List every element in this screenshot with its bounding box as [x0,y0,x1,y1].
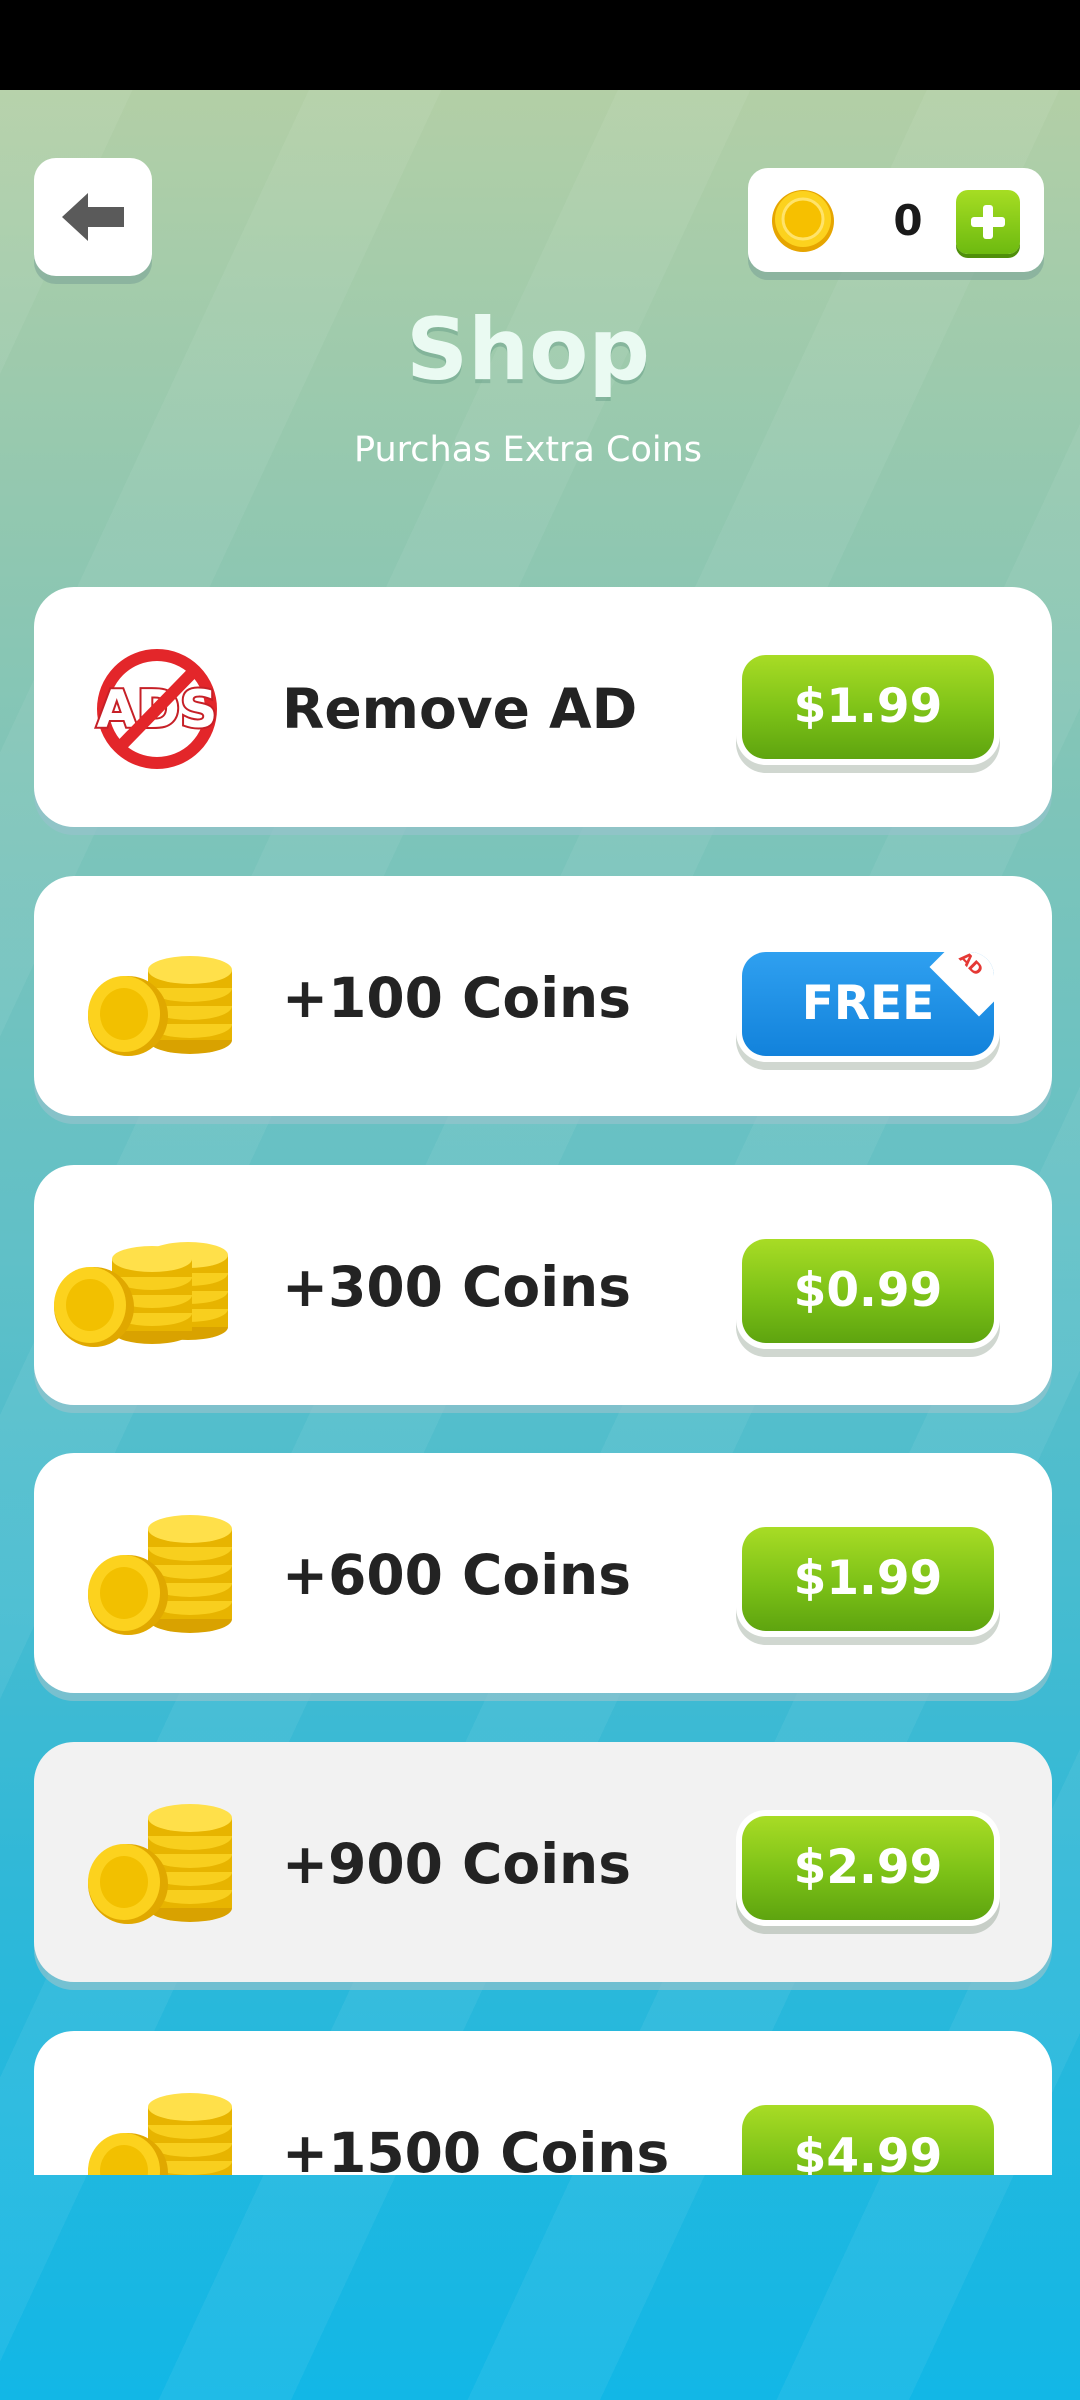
buy-button-900-coins[interactable]: $2.99 [742,1816,994,1920]
shop-item-remove-ad: ADS Remove AD $1.99 [34,587,1052,827]
shop-screen: 0 Shop Purchas Extra Coins ADS Remove AD… [0,90,1080,2400]
item-label: +100 Coins [282,966,631,1030]
shop-item-900-coins: +900 Coins $2.99 [34,1742,1052,1982]
buy-button-600-coins[interactable]: $1.99 [742,1527,994,1631]
item-label: +600 Coins [282,1543,631,1607]
coins-small-stack-icon [88,956,232,1056]
shop-item-100-coins: +100 Coins FREE AD [34,876,1052,1116]
coins-stack-icon [88,2093,232,2175]
buy-button-remove-ad[interactable]: $1.99 [742,655,994,759]
item-label: Remove AD [282,677,638,741]
buy-button-1500-coins[interactable]: $4.99 [742,2105,994,2175]
shop-item-300-coins: +300 Coins $0.99 [34,1165,1052,1405]
status-bar [0,0,1080,90]
item-label: +1500 Coins [282,2121,670,2175]
shop-item-600-coins: +600 Coins $1.99 [34,1453,1052,1693]
coins-stack-icon [88,1804,232,1924]
coins-stack-icon [88,1515,232,1635]
shop-item-1500-coins: +1500 Coins $4.99 [34,2031,1052,2175]
item-label: +300 Coins [282,1255,631,1319]
buy-button-300-coins[interactable]: $0.99 [742,1239,994,1343]
coins-pile-icon [54,1242,228,1347]
shop-list[interactable]: ADS Remove AD $1.99 +100 Coi [0,90,1080,2175]
free-coins-button[interactable]: FREE AD [742,952,994,1056]
free-button-label: FREE [801,976,935,1031]
item-label: +900 Coins [282,1832,631,1896]
no-ads-icon: ADS [95,649,219,769]
